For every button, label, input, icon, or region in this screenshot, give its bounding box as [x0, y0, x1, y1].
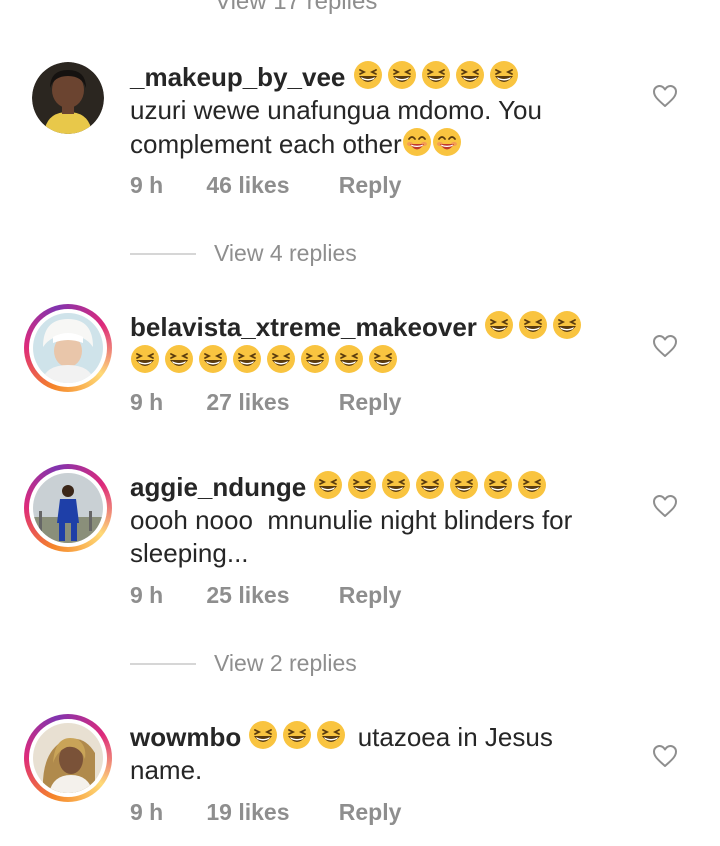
comment-time: 9 h	[130, 389, 164, 415]
reply-button[interactable]: Reply	[339, 582, 402, 609]
divider-line	[130, 662, 196, 665]
comment-time: 9 h	[130, 799, 164, 825]
like-heart-icon[interactable]	[652, 334, 678, 358]
laughing-emoji-icon	[387, 60, 417, 90]
laughing-emoji-icon	[313, 470, 343, 500]
laughing-emoji-icon	[381, 470, 411, 500]
laughing-emoji-icon	[300, 344, 330, 374]
comment-body-line: uzuri wewe unafungua mdomo. You	[130, 95, 542, 125]
comment-body-line: utazoea in Jesus	[357, 722, 553, 752]
emoji-group	[353, 62, 523, 92]
divider-line	[130, 252, 196, 255]
emoji-group	[248, 722, 357, 752]
avatar[interactable]	[24, 304, 112, 392]
smiling-emoji-icon	[402, 127, 432, 157]
comment-body-line: name.	[130, 755, 203, 785]
like-heart-icon[interactable]	[652, 494, 678, 518]
comment-text: belavista_xtreme_makeover	[130, 310, 650, 378]
reply-button[interactable]: Reply	[339, 172, 402, 199]
comment-meta: 9 h 25 likes Reply	[130, 582, 401, 609]
laughing-emoji-icon	[282, 720, 312, 750]
laughing-emoji-icon	[489, 60, 519, 90]
comment-likes[interactable]: 19 likes	[206, 799, 332, 826]
comment-meta: 9 h 46 likes Reply	[130, 172, 401, 199]
laughing-emoji-icon	[483, 470, 513, 500]
comment-text: _makeup_by_vee uzuri wewe unafungua mdom…	[130, 60, 650, 161]
comment-likes[interactable]: 46 likes	[206, 172, 332, 199]
laughing-emoji-icon	[517, 470, 547, 500]
comment-username[interactable]: aggie_ndunge	[130, 472, 306, 502]
reply-button[interactable]: Reply	[339, 389, 402, 416]
laughing-emoji-icon	[552, 310, 582, 340]
laughing-emoji-icon	[232, 344, 262, 374]
view-replies-label[interactable]: View 4 replies	[214, 240, 357, 267]
partial-view-replies[interactable]: View 17 replies	[215, 0, 377, 16]
comment-username[interactable]: belavista_xtreme_makeover	[130, 312, 477, 342]
view-replies-button[interactable]: View 2 replies	[130, 650, 357, 677]
view-replies-label[interactable]: View 2 replies	[214, 650, 357, 677]
laughing-emoji-icon	[130, 344, 160, 374]
laughing-emoji-icon	[455, 60, 485, 90]
laughing-emoji-icon	[198, 344, 228, 374]
emoji-group	[484, 312, 586, 342]
laughing-emoji-icon	[266, 344, 296, 374]
laughing-emoji-icon	[421, 60, 451, 90]
comment-time: 9 h	[130, 172, 164, 198]
comment-body-line: sleeping...	[130, 538, 249, 568]
smiling-emoji-icon	[432, 127, 462, 157]
comment-time: 9 h	[130, 582, 164, 608]
like-heart-icon[interactable]	[652, 744, 678, 768]
comment-username[interactable]: _makeup_by_vee	[130, 62, 345, 92]
laughing-emoji-icon	[449, 470, 479, 500]
laughing-emoji-icon	[316, 720, 346, 750]
laughing-emoji-icon	[353, 60, 383, 90]
laughing-emoji-icon	[415, 470, 445, 500]
laughing-emoji-icon	[347, 470, 377, 500]
reply-button[interactable]: Reply	[339, 799, 402, 826]
comment-meta: 9 h 19 likes Reply	[130, 799, 401, 826]
emoji-group	[130, 346, 402, 376]
emoji-group	[313, 472, 551, 502]
comment-likes[interactable]: 27 likes	[206, 389, 332, 416]
laughing-emoji-icon	[164, 344, 194, 374]
comment-likes[interactable]: 25 likes	[206, 582, 332, 609]
laughing-emoji-icon	[334, 344, 364, 374]
like-heart-icon[interactable]	[652, 84, 678, 108]
laughing-emoji-icon	[368, 344, 398, 374]
comment-body-line: oooh nooo mnunulie night blinders for	[130, 505, 573, 535]
comment-text: wowmbo utazoea in Jesus name.	[130, 720, 650, 787]
avatar[interactable]	[24, 714, 112, 802]
comment-meta: 9 h 27 likes Reply	[130, 389, 401, 416]
comment-text: aggie_ndunge oooh nooo mnunulie night bl…	[130, 470, 650, 570]
avatar[interactable]	[32, 62, 104, 134]
comment-body-line: complement each other	[130, 129, 402, 159]
view-replies-button[interactable]: View 4 replies	[130, 240, 357, 267]
laughing-emoji-icon	[248, 720, 278, 750]
comment-username[interactable]: wowmbo	[130, 722, 241, 752]
laughing-emoji-icon	[518, 310, 548, 340]
avatar[interactable]	[24, 464, 112, 552]
laughing-emoji-icon	[484, 310, 514, 340]
